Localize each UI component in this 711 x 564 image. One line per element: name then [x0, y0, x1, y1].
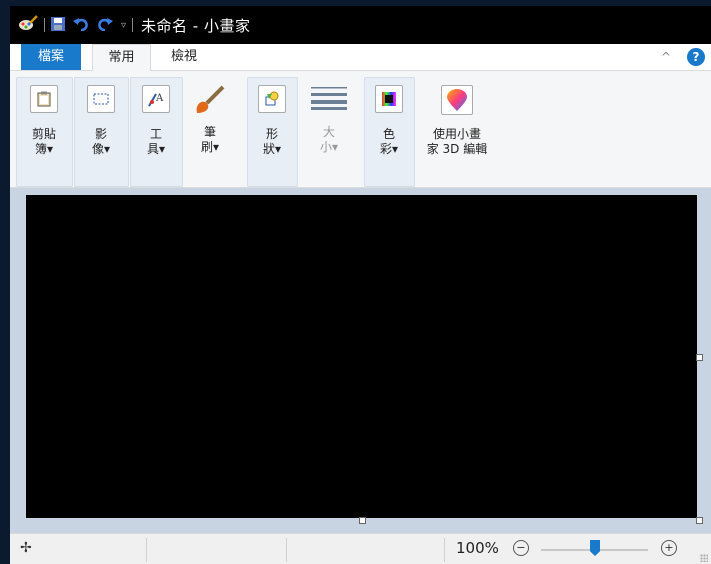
tools-label: 工 具▾	[146, 127, 166, 156]
clipboard-button[interactable]: 剪貼 簿▾	[28, 85, 60, 157]
title-bar: ▿ 未命名 - 小畫家	[10, 6, 711, 44]
tab-home[interactable]: 常用	[92, 44, 151, 71]
line-size-icon	[311, 85, 347, 111]
separator	[44, 18, 45, 32]
ribbon: 剪貼 簿▾ 影 像▾ A 工 具▾ 筆 刷▾ 形 狀▾ 大 小▾ 色 彩▾ 使用…	[10, 71, 711, 188]
image-label: 影 像▾	[91, 127, 111, 156]
resize-handle-corner[interactable]	[696, 517, 703, 524]
redo-icon[interactable]	[97, 16, 113, 35]
tab-file[interactable]: 檔案	[21, 44, 81, 70]
paint-app-icon[interactable]	[18, 15, 38, 35]
status-separator	[444, 538, 445, 562]
paint3d-label: 使用小畫 家 3D 編輯	[426, 127, 488, 156]
brushes-button[interactable]: 筆 刷▾	[190, 85, 230, 155]
collapse-ribbon-icon[interactable]: ^	[661, 44, 671, 70]
shapes-button[interactable]: 形 狀▾	[256, 85, 288, 157]
tab-view[interactable]: 檢視	[160, 44, 208, 70]
tools-button[interactable]: A 工 具▾	[140, 85, 172, 157]
tools-icon: A	[142, 85, 170, 113]
window-title: 未命名 - 小畫家	[141, 16, 251, 35]
image-button[interactable]: 影 像▾	[85, 85, 117, 157]
ribbon-tabs: 檔案 常用 檢視 ^ ?	[10, 44, 711, 71]
paint3d-icon	[441, 85, 473, 115]
separator	[132, 18, 134, 32]
zoom-level: 100%	[456, 539, 499, 557]
brush-icon	[193, 85, 227, 115]
paint-window: ▿ 未命名 - 小畫家 檔案 常用 檢視 ^ ? 剪貼 簿▾ 影 像▾ A 工 …	[10, 6, 711, 564]
undo-icon[interactable]	[73, 16, 89, 35]
brushes-label: 筆 刷▾	[200, 125, 220, 154]
size-button[interactable]: 大 小▾	[308, 85, 350, 155]
paint3d-button[interactable]: 使用小畫 家 3D 編輯	[422, 85, 492, 157]
colors-label: 色 彩▾	[379, 127, 399, 156]
status-separator	[286, 538, 287, 562]
zoom-out-button[interactable]: −	[513, 540, 529, 556]
help-icon[interactable]: ?	[687, 48, 705, 66]
customize-dropdown-icon[interactable]: ▿	[121, 20, 126, 31]
resize-grip[interactable]	[700, 554, 708, 562]
size-label: 大 小▾	[319, 125, 339, 154]
save-icon[interactable]	[51, 16, 65, 35]
canvas-area	[10, 188, 711, 533]
shapes-label: 形 狀▾	[262, 127, 282, 156]
select-icon	[87, 85, 115, 113]
color-palette-icon	[375, 85, 403, 113]
colors-button[interactable]: 色 彩▾	[373, 85, 405, 157]
resize-handle-bottom[interactable]	[359, 517, 366, 524]
quick-access-toolbar: ▿	[18, 15, 139, 35]
svg-text:A: A	[155, 93, 164, 104]
status-separator	[146, 538, 147, 562]
drawing-canvas[interactable]	[26, 195, 697, 518]
clipboard-icon	[30, 85, 58, 113]
zoom-in-button[interactable]: +	[661, 540, 677, 556]
resize-handle-right[interactable]	[696, 354, 703, 361]
cursor-position-icon: ✢	[20, 540, 32, 556]
zoom-slider-thumb[interactable]	[590, 540, 600, 556]
clipboard-label: 剪貼 簿▾	[31, 127, 56, 156]
status-bar: ✢ 100% − +	[10, 533, 711, 564]
shapes-icon	[258, 85, 286, 113]
